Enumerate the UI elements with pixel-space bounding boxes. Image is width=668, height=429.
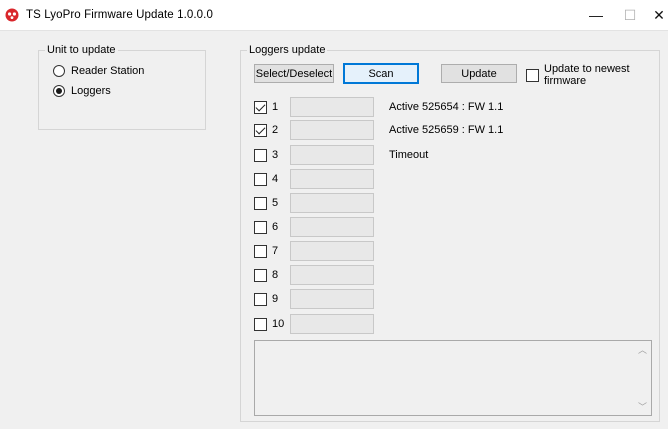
logger-id-field [290, 97, 374, 117]
logger-row: 10 [254, 314, 554, 334]
logger-checkbox[interactable] [254, 173, 267, 186]
logger-id-field [290, 169, 374, 189]
close-button[interactable]: ✕ [640, 0, 668, 30]
logger-checkbox[interactable] [254, 293, 267, 306]
logger-row: 3 Timeout [254, 145, 554, 165]
radio-button[interactable] [53, 65, 65, 77]
logger-status: Timeout [389, 149, 429, 161]
scan-button[interactable]: Scan [343, 63, 419, 84]
logger-checkbox[interactable] [254, 101, 267, 114]
select-deselect-button[interactable]: Select/Deselect [254, 64, 334, 83]
logger-number: 10 [272, 318, 285, 330]
scroll-down-arrow-icon[interactable]: ﹀ [634, 398, 651, 415]
vertical-scrollbar[interactable]: ︿ ﹀ [634, 341, 651, 415]
window-client-area: Unit to update Reader Station Loggers Lo… [0, 30, 668, 429]
radio-label-loggers: Loggers [71, 85, 111, 97]
unit-to-update-legend: Unit to update [45, 44, 118, 56]
logger-id-field [290, 265, 374, 285]
scroll-up-arrow-icon[interactable]: ︿ [634, 341, 651, 358]
logger-number: 5 [272, 197, 279, 209]
checkbox[interactable] [526, 68, 539, 82]
logger-id-field [290, 217, 374, 237]
logger-row: 7 [254, 241, 554, 261]
update-button[interactable]: Update [441, 64, 517, 83]
logger-checkbox[interactable] [254, 318, 267, 331]
logger-number: 7 [272, 245, 279, 257]
logger-row: 6 [254, 217, 554, 237]
update-newest-firmware-label: Update to newest firmware [544, 63, 630, 87]
logger-number: 4 [272, 173, 279, 185]
logger-row: 2 Active 525659 : FW 1.1 [254, 120, 554, 140]
app-logo-icon [5, 8, 19, 22]
logger-checkbox[interactable] [254, 269, 267, 282]
logger-checkbox[interactable] [254, 197, 267, 210]
logger-row: 9 [254, 289, 554, 309]
logger-id-field [290, 289, 374, 309]
logger-id-field [290, 120, 374, 140]
logger-checkbox[interactable] [254, 149, 267, 162]
logger-status: Active 525654 : FW 1.1 [389, 101, 504, 113]
logger-number: 1 [272, 101, 279, 113]
radio-loggers[interactable]: Loggers [53, 83, 111, 99]
logger-checkbox[interactable] [254, 124, 267, 137]
radio-button[interactable] [53, 85, 65, 97]
logger-number: 6 [272, 221, 279, 233]
logger-number: 3 [272, 149, 279, 161]
update-newest-firmware-checkbox[interactable]: Update to newest firmware [526, 63, 668, 87]
window-title: TS LyoPro Firmware Update 1.0.0.0 [26, 9, 213, 21]
logger-id-field [290, 241, 374, 261]
title-bar: TS LyoPro Firmware Update 1.0.0.0 — ☐ ✕ [0, 0, 668, 30]
logger-number: 2 [272, 124, 279, 136]
logger-checkbox[interactable] [254, 221, 267, 234]
logger-number: 8 [272, 269, 279, 281]
logger-checkbox[interactable] [254, 245, 267, 258]
logger-row: 8 [254, 265, 554, 285]
logger-id-field [290, 145, 374, 165]
logger-id-field [290, 314, 374, 334]
logger-status: Active 525659 : FW 1.1 [389, 124, 504, 136]
logger-number: 9 [272, 293, 279, 305]
logger-row: 5 [254, 193, 554, 213]
radio-label-reader-station: Reader Station [71, 65, 145, 77]
loggers-update-legend: Loggers update [247, 44, 328, 56]
unit-to-update-group: Unit to update Reader Station Loggers [38, 44, 206, 130]
logger-id-field [290, 193, 374, 213]
minimize-button[interactable]: — [577, 0, 615, 30]
radio-reader-station[interactable]: Reader Station [53, 63, 144, 79]
logger-row: 1 Active 525654 : FW 1.1 [254, 97, 554, 117]
logger-row: 4 [254, 169, 554, 189]
log-textarea[interactable]: ︿ ﹀ [254, 340, 652, 416]
